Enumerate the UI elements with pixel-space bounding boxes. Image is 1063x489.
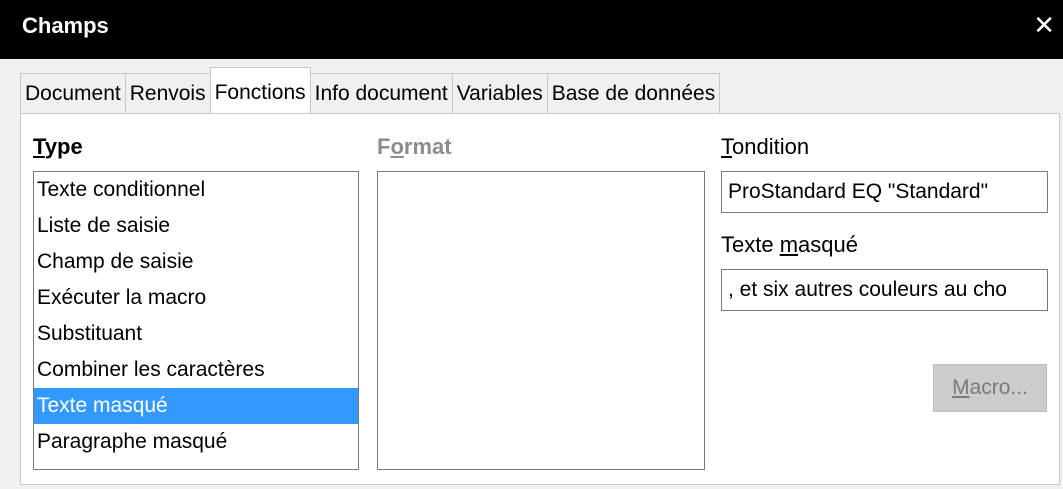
- list-item[interactable]: Substituant: [34, 316, 358, 352]
- macro-button[interactable]: Macro...: [933, 364, 1047, 412]
- window-title: Champs: [22, 13, 109, 38]
- hidden-text-label: Texte masqué: [721, 232, 858, 257]
- tab-variables[interactable]: Variables: [451, 73, 548, 113]
- hidden-text-input[interactable]: , et six autres couleurs au cho: [721, 269, 1048, 311]
- title-bar: Champs ✕: [0, 0, 1063, 59]
- close-icon[interactable]: ✕: [1033, 12, 1055, 38]
- list-item[interactable]: Liste de saisie: [34, 208, 358, 244]
- condition-label: Tondition: [721, 134, 810, 159]
- list-item[interactable]: Texte conditionnel: [34, 172, 358, 208]
- tab-document[interactable]: Document: [20, 73, 126, 113]
- fonctions-panel: Type Format Tondition Texte conditionnel…: [20, 113, 1060, 485]
- tab-base-de-donnees[interactable]: Base de données: [546, 73, 721, 113]
- dialog-body: Document Renvois Fonctions Info document…: [0, 59, 1063, 489]
- format-listbox[interactable]: [377, 171, 705, 470]
- tab-fonctions[interactable]: Fonctions: [209, 67, 311, 113]
- list-item[interactable]: Paragraphe masqué: [34, 424, 358, 460]
- type-label: Type: [33, 134, 83, 159]
- tab-bar: Document Renvois Fonctions Info document…: [20, 67, 721, 113]
- type-listbox[interactable]: Texte conditionnel Liste de saisie Champ…: [33, 171, 359, 470]
- condition-input[interactable]: ProStandard EQ "Standard": [721, 171, 1048, 213]
- list-item[interactable]: Exécuter la macro: [34, 280, 358, 316]
- format-label: Format: [377, 134, 452, 159]
- list-item[interactable]: Combiner les caractères: [34, 352, 358, 388]
- list-item[interactable]: Champ de saisie: [34, 244, 358, 280]
- tab-renvois[interactable]: Renvois: [124, 73, 211, 113]
- tab-info-document[interactable]: Info document: [309, 73, 453, 113]
- list-item-selected[interactable]: Texte masqué: [34, 388, 358, 424]
